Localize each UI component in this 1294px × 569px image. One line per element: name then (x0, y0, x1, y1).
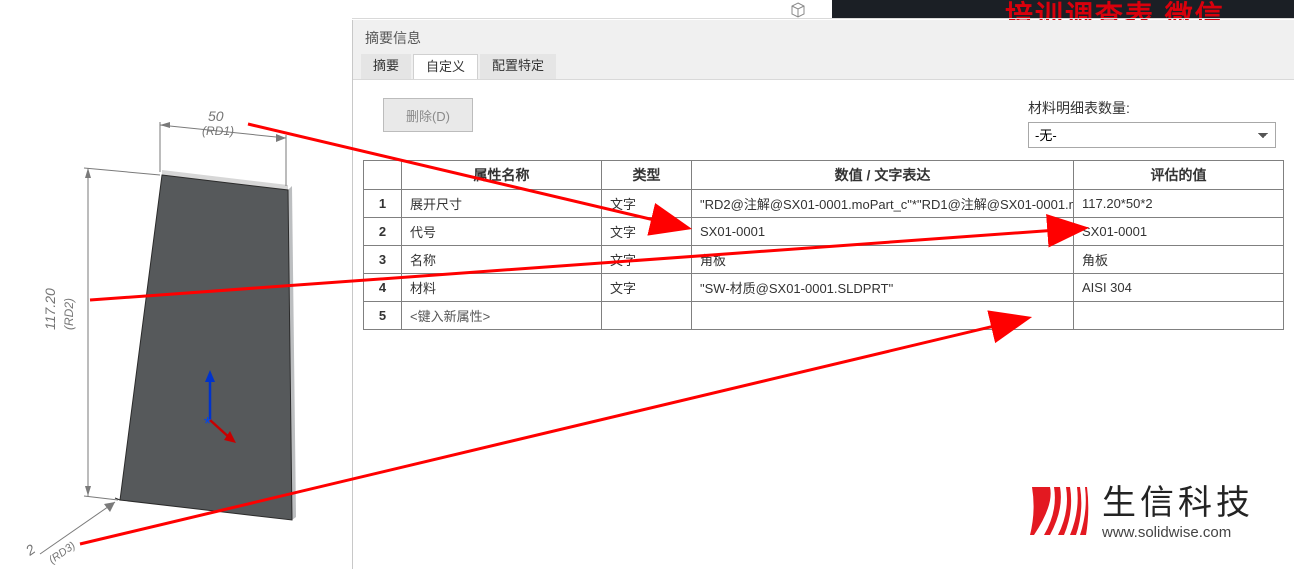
th-eval: 评估的值 (1074, 161, 1284, 190)
svg-text:*: * (204, 414, 211, 434)
bom-select[interactable]: -无- (1028, 122, 1276, 148)
brand-text-en: www.solidwise.com (1102, 524, 1254, 541)
dim-thick-value: 2 (22, 541, 39, 559)
table-row: 2 代号 文字 SX01-0001 SX01-0001 (364, 218, 1284, 246)
delete-button[interactable]: 删除(D) (383, 98, 473, 132)
dim-width-label: (RD1) (202, 124, 234, 138)
table-row: 5 <键入新属性> (364, 302, 1284, 330)
table-row: 3 名称 文字 角板 角板 (364, 246, 1284, 274)
table-row: 4 材料 文字 "SW-材质@SX01-0001.SLDPRT" AISI 30… (364, 274, 1284, 302)
th-name: 属性名称 (402, 161, 602, 190)
cube-icon (790, 2, 806, 18)
panel-title: 摘要信息 (353, 20, 1294, 54)
properties-table[interactable]: 属性名称 类型 数值 / 文字表达 评估的值 1 展开尺寸 文字 "RD2@注解… (363, 160, 1284, 330)
dim-thick-label: (RD3) (47, 540, 78, 567)
topbar-divider (352, 18, 1294, 19)
dim-height-label: (RD2) (62, 298, 76, 330)
tabs: 摘要 自定义 配置特定 (353, 54, 1294, 79)
drawing-viewport[interactable]: * 50 (RD1) 117.20 (RD2) 2 (RD3) (0, 20, 352, 569)
tab-config[interactable]: 配置特定 (480, 54, 556, 79)
tab-summary[interactable]: 摘要 (361, 54, 411, 79)
th-expr: 数值 / 文字表达 (692, 161, 1074, 190)
bom-label: 材料明细表数量: (1028, 98, 1276, 118)
tab-custom[interactable]: 自定义 (413, 54, 478, 79)
brand-watermark: 生信科技 www.solidwise.com (1030, 485, 1254, 541)
brand-logo-icon (1030, 485, 1090, 541)
th-type: 类型 (602, 161, 692, 190)
dim-height-value: 117.20 (42, 288, 58, 330)
brand-text-cn: 生信科技 (1102, 486, 1254, 520)
table-row: 1 展开尺寸 文字 "RD2@注解@SX01-0001.moPart_c"*"R… (364, 190, 1284, 218)
th-index (364, 161, 402, 190)
dim-width-value: 50 (208, 108, 224, 124)
